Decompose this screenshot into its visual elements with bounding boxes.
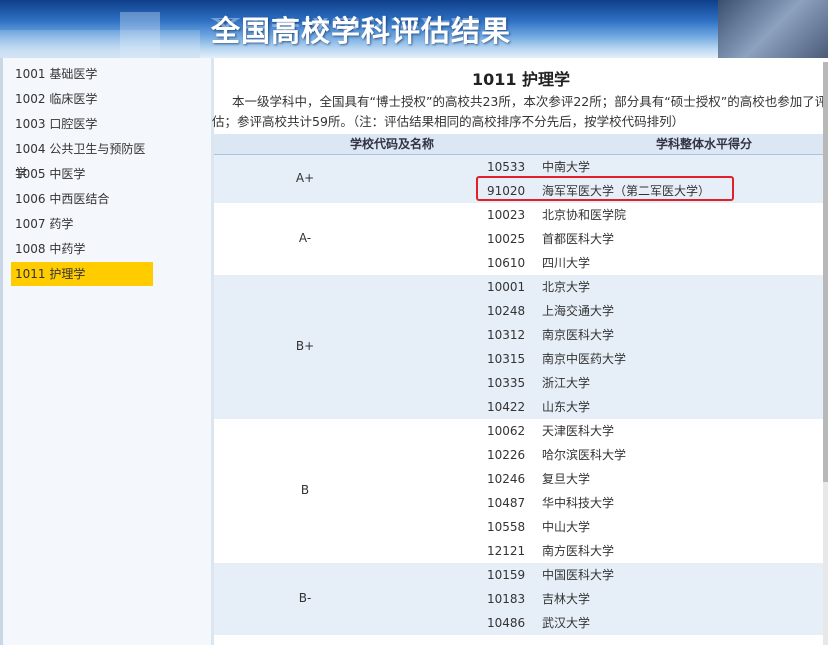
school-code: 10248 — [487, 304, 526, 318]
grade-group: B 10062 天津医科大学 10226 哈尔滨医科大学 10246 复旦大学 10487 华中… — [214, 419, 828, 563]
page-title-reflection: 全国高校学科评估结果 — [211, 18, 511, 38]
school-name: 上海交通大学 — [542, 304, 615, 318]
sidebar-item[interactable]: 1007 药学 — [11, 212, 153, 236]
school-code: 10315 — [487, 352, 526, 366]
school-code: 10246 — [487, 472, 526, 486]
header-overall-score: 学科整体水平得分 — [656, 137, 753, 151]
school-name: 天津医科大学 — [542, 424, 615, 438]
school-code: 10183 — [487, 592, 526, 606]
table-row: 10312 南京医科大学 — [214, 323, 828, 347]
school-name: 南京中医药大学 — [542, 352, 627, 366]
sidebar-item[interactable]: 1003 口腔医学 — [11, 112, 153, 136]
table-row: 10558 中山大学 — [214, 515, 828, 539]
sidebar-item[interactable]: 1004 公共卫生与预防医学 — [11, 137, 153, 180]
school-name: 复旦大学 — [542, 472, 591, 486]
table-row: 12121 南方医科大学 — [214, 539, 828, 563]
school-code: 10558 — [487, 520, 526, 534]
school-name: 山东大学 — [542, 400, 591, 414]
sidebar-edge — [0, 58, 3, 645]
table-row: 10422 山东大学 — [214, 395, 828, 419]
header-school-code-name: 学校代码及名称 — [350, 137, 435, 151]
scrollbar-thumb[interactable] — [823, 62, 828, 482]
table-row: 10183 吉林大学 — [214, 587, 828, 611]
sidebar-item[interactable]: 1008 中药学 — [11, 237, 153, 261]
table-row: 10062 天津医科大学 — [214, 419, 828, 443]
sidebar-item[interactable]: 1011 护理学 — [11, 262, 153, 286]
main-content: 1011 护理学 本一级学科中，全国具有“博士授权”的高校共23所，本次参评22… — [212, 58, 828, 645]
school-name: 哈尔滨医科大学 — [542, 448, 627, 462]
table-row: 10159 中国医科大学 — [214, 563, 828, 587]
banner-building-image — [0, 30, 200, 58]
school-code: 10335 — [487, 376, 526, 390]
school-code: 10312 — [487, 328, 526, 342]
sidebar-item[interactable]: 1001 基础医学 — [11, 62, 153, 86]
sidebar-item[interactable]: 1002 临床医学 — [11, 87, 153, 111]
table-row: 10315 南京中医药大学 — [214, 347, 828, 371]
table-row: 10487 华中科技大学 — [214, 491, 828, 515]
discipline-description: 本一级学科中，全国具有“博士授权”的高校共23所，本次参评22所；部分具有“硕士… — [212, 94, 828, 129]
school-name: 华中科技大学 — [542, 496, 615, 510]
school-code: 10062 — [487, 424, 526, 438]
school-code: 10025 — [487, 232, 526, 246]
school-code: 10610 — [487, 256, 526, 270]
table-row: 10226 哈尔滨医科大学 — [214, 443, 828, 467]
table-row: 10248 上海交通大学 — [214, 299, 828, 323]
school-name: 南方医科大学 — [542, 544, 615, 558]
sidebar-item[interactable]: 1005 中医学 — [11, 162, 153, 186]
table-row: 10486 武汉大学 — [214, 611, 828, 635]
school-name: 首都医科大学 — [542, 232, 615, 246]
grade-group: A- 10023 北京协和医学院 10025 首都医科大学 10610 四川大学 — [214, 203, 828, 275]
discipline-heading: 1011 护理学 — [471, 70, 571, 89]
header-banner: 全国高校学科评估结果 全国高校学科评估结果 — [0, 0, 828, 58]
sidebar: 1001 基础医学 1002 临床医学 1003 口腔医学 1004 公共卫生与预防医… — [0, 58, 214, 645]
table-row: 10025 首都医科大学 — [214, 227, 828, 251]
banner-tower-image — [120, 12, 160, 58]
table-row: 10335 浙江大学 — [214, 371, 828, 395]
school-code: 12121 — [487, 544, 526, 558]
vertical-scrollbar[interactable] — [823, 62, 828, 645]
school-code: 10487 — [487, 496, 526, 510]
school-code: 10226 — [487, 448, 526, 462]
school-name: 吉林大学 — [542, 592, 591, 606]
school-name: 四川大学 — [542, 256, 591, 270]
table-row: 10001 北京大学 — [214, 275, 828, 299]
school-code: 10001 — [487, 280, 526, 294]
school-code: 10023 — [487, 208, 526, 222]
grade-group: B- 10159 中国医科大学 10183 吉林大学 10486 武汉大学 — [214, 563, 828, 635]
school-name: 中山大学 — [542, 520, 591, 534]
school-name: 北京协和医学院 — [542, 208, 627, 222]
school-code: 10486 — [487, 616, 526, 630]
table-row: 10610 四川大学 — [214, 251, 828, 275]
school-code: 10422 — [487, 400, 526, 414]
school-name: 浙江大学 — [542, 376, 591, 390]
school-code: 10159 — [487, 568, 526, 582]
sidebar-item[interactable]: 1006 中西医结合 — [11, 187, 153, 211]
table-row: 10246 复旦大学 — [214, 467, 828, 491]
school-name: 北京大学 — [542, 280, 591, 294]
grade-group: B+ 10001 北京大学 10248 上海交通大学 10312 南京医科大学 10315 南京… — [214, 275, 828, 419]
school-name: 中国医科大学 — [542, 568, 615, 582]
table-row: 10023 北京协和医学院 — [214, 203, 828, 227]
school-name: 南京医科大学 — [542, 328, 615, 342]
school-name: 武汉大学 — [542, 616, 591, 630]
highlight-box — [476, 176, 734, 201]
results-table-header: 学校代码及名称 学科整体水平得分 — [214, 134, 828, 155]
banner-photo — [718, 0, 828, 58]
